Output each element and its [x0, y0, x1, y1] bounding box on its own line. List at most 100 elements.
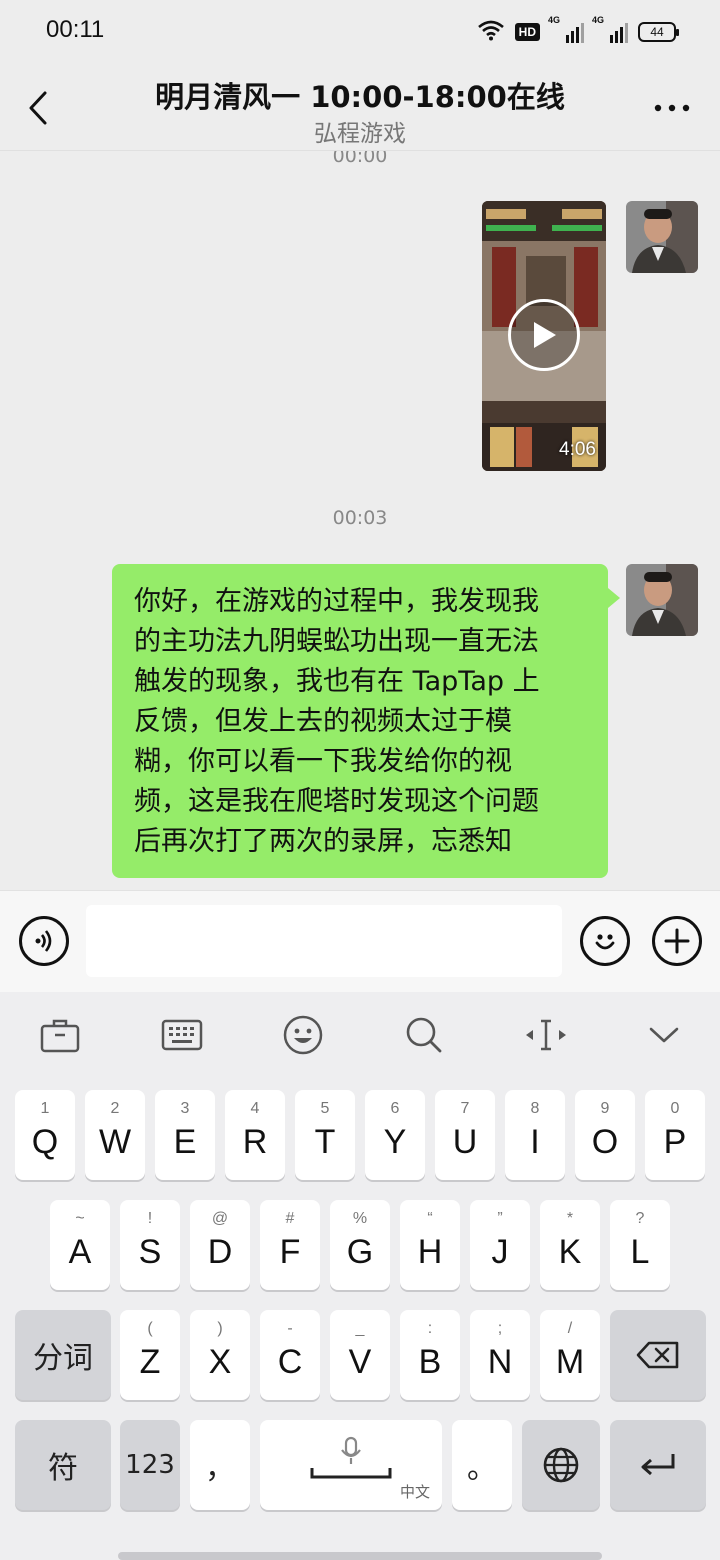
key-d[interactable]: @ D — [190, 1200, 250, 1290]
key-q[interactable]: 1Q — [15, 1090, 75, 1180]
key-label: Y — [383, 1122, 407, 1161]
plus-icon — [664, 928, 690, 954]
signal-icon-2: 4G — [592, 15, 628, 43]
key-z[interactable]: (Z — [120, 1310, 180, 1400]
key-label: M — [555, 1342, 585, 1381]
key-x[interactable]: ) X — [190, 1310, 250, 1400]
avatar-image — [626, 564, 698, 636]
segment-key[interactable]: 分词 — [15, 1310, 111, 1400]
key-label: O — [591, 1122, 619, 1161]
key-hint: 1 — [40, 1100, 50, 1117]
key-label: Q — [31, 1122, 59, 1161]
key-label: 。 — [467, 1451, 497, 1486]
key-hint: “ — [427, 1210, 433, 1227]
key-i[interactable]: 8I — [505, 1090, 565, 1180]
briefcase-icon — [40, 1019, 80, 1053]
play-button[interactable] — [508, 299, 580, 371]
avatar[interactable] — [626, 201, 698, 273]
enter-key[interactable] — [610, 1420, 706, 1510]
symbol-key[interactable]: 符 — [15, 1420, 111, 1510]
message-line: 糊，你可以看一下我发给你的视 — [134, 746, 512, 777]
cursor-move-button[interactable] — [521, 1012, 571, 1058]
key-b[interactable]: :B — [400, 1310, 460, 1400]
signal-icon-1: 4G — [548, 15, 584, 43]
key-j[interactable]: ” J — [470, 1200, 530, 1290]
chat-messages[interactable]: 00:00 4:06 00:03 你好，在游戏的过程中，我发现我 的主功法九阴蜈… — [0, 150, 720, 890]
key-s[interactable]: ! S — [120, 1200, 180, 1290]
key-v[interactable]: _ V — [330, 1310, 390, 1400]
search-icon — [406, 1017, 442, 1053]
space-key[interactable]: 中文 — [260, 1420, 442, 1510]
toolbox-button[interactable] — [35, 1012, 85, 1058]
language-indicator: 中文 — [399, 1483, 430, 1501]
voice-button[interactable] — [19, 916, 69, 966]
backspace-icon — [636, 1341, 679, 1369]
battery-icon: 44 — [638, 22, 679, 42]
more-dots-icon — [654, 104, 690, 112]
key-f[interactable]: # F — [260, 1200, 320, 1290]
message-line: 后再次打了两次的录屏，忘悉知 — [134, 826, 512, 857]
keyboard-switch-button[interactable] — [157, 1012, 207, 1058]
text-message-bubble[interactable]: 你好，在游戏的过程中，我发现我 的主功法九阴蜈蚣功出现一直无法 触发的现象，我也… — [112, 564, 620, 878]
backspace-key[interactable] — [610, 1310, 706, 1400]
key-a[interactable]: ~ A — [50, 1200, 110, 1290]
status-bar: 00:11 HD 4G 4G 44 — [0, 0, 720, 62]
key-hint: @ — [211, 1210, 229, 1227]
key-label: T — [314, 1122, 336, 1161]
key-hint: 9 — [600, 1100, 610, 1117]
key-k[interactable]: * K — [540, 1200, 600, 1290]
hd-badge: HD — [514, 23, 540, 41]
network-label-1: 4G — [548, 15, 561, 25]
comma-key[interactable]: ， — [190, 1420, 250, 1510]
more-functions-button[interactable] — [652, 916, 702, 966]
key-hint: 3 — [180, 1100, 190, 1117]
key-hint: : — [427, 1320, 433, 1337]
key-p[interactable]: 0P — [645, 1090, 705, 1180]
key-g[interactable]: % G — [330, 1200, 390, 1290]
key-label: E — [173, 1122, 197, 1161]
wifi-icon — [477, 19, 505, 45]
video-duration: 4:06 — [559, 439, 596, 460]
key-h[interactable]: “H — [400, 1200, 460, 1290]
more-options-button[interactable] — [652, 90, 692, 126]
key-hint: _ — [355, 1320, 365, 1337]
key-label: G — [346, 1232, 374, 1271]
key-y[interactable]: 6Y — [365, 1090, 425, 1180]
chevron-down-icon — [649, 1027, 679, 1043]
key-hint: 6 — [390, 1100, 400, 1117]
key-label: B — [418, 1342, 442, 1381]
key-u[interactable]: 7U — [435, 1090, 495, 1180]
language-key[interactable] — [522, 1420, 600, 1510]
key-o[interactable]: 9O — [575, 1090, 635, 1180]
key-m[interactable]: / M — [540, 1310, 600, 1400]
keyboard-search-button[interactable] — [399, 1012, 449, 1058]
key-hint: ) — [217, 1320, 223, 1337]
key-t[interactable]: 5T — [295, 1090, 355, 1180]
emoji-button[interactable] — [580, 916, 630, 966]
key-r[interactable]: 4R — [225, 1090, 285, 1180]
collapse-keyboard-button[interactable] — [639, 1012, 689, 1058]
video-message[interactable]: 4:06 — [482, 201, 606, 471]
key-hint: ( — [147, 1320, 153, 1337]
key-e[interactable]: 3E — [155, 1090, 215, 1180]
keyboard-emoji-button[interactable] — [278, 1012, 328, 1058]
message-input[interactable] — [86, 905, 562, 977]
cursor-icon — [526, 1019, 566, 1051]
numbers-key[interactable]: 123 — [120, 1420, 180, 1510]
key-label: ， — [205, 1451, 235, 1486]
key-l[interactable]: ? L — [610, 1200, 670, 1290]
battery-level: 44 — [650, 25, 664, 39]
key-w[interactable]: 2W — [85, 1090, 145, 1180]
home-indicator[interactable] — [118, 1552, 602, 1560]
key-hint: / — [567, 1320, 573, 1337]
key-label: R — [242, 1122, 268, 1161]
key-n[interactable]: ; N — [470, 1310, 530, 1400]
key-hint: ? — [635, 1210, 645, 1227]
avatar[interactable] — [626, 564, 698, 636]
key-label: 符 — [48, 1451, 78, 1486]
key-hint: ~ — [75, 1210, 85, 1227]
chat-header: 明月清风一 10:00-18:00在线 弘程游戏 — [0, 62, 720, 150]
key-c[interactable]: -C — [260, 1310, 320, 1400]
key-hint: ; — [497, 1320, 503, 1337]
period-key[interactable]: 。 — [452, 1420, 512, 1510]
